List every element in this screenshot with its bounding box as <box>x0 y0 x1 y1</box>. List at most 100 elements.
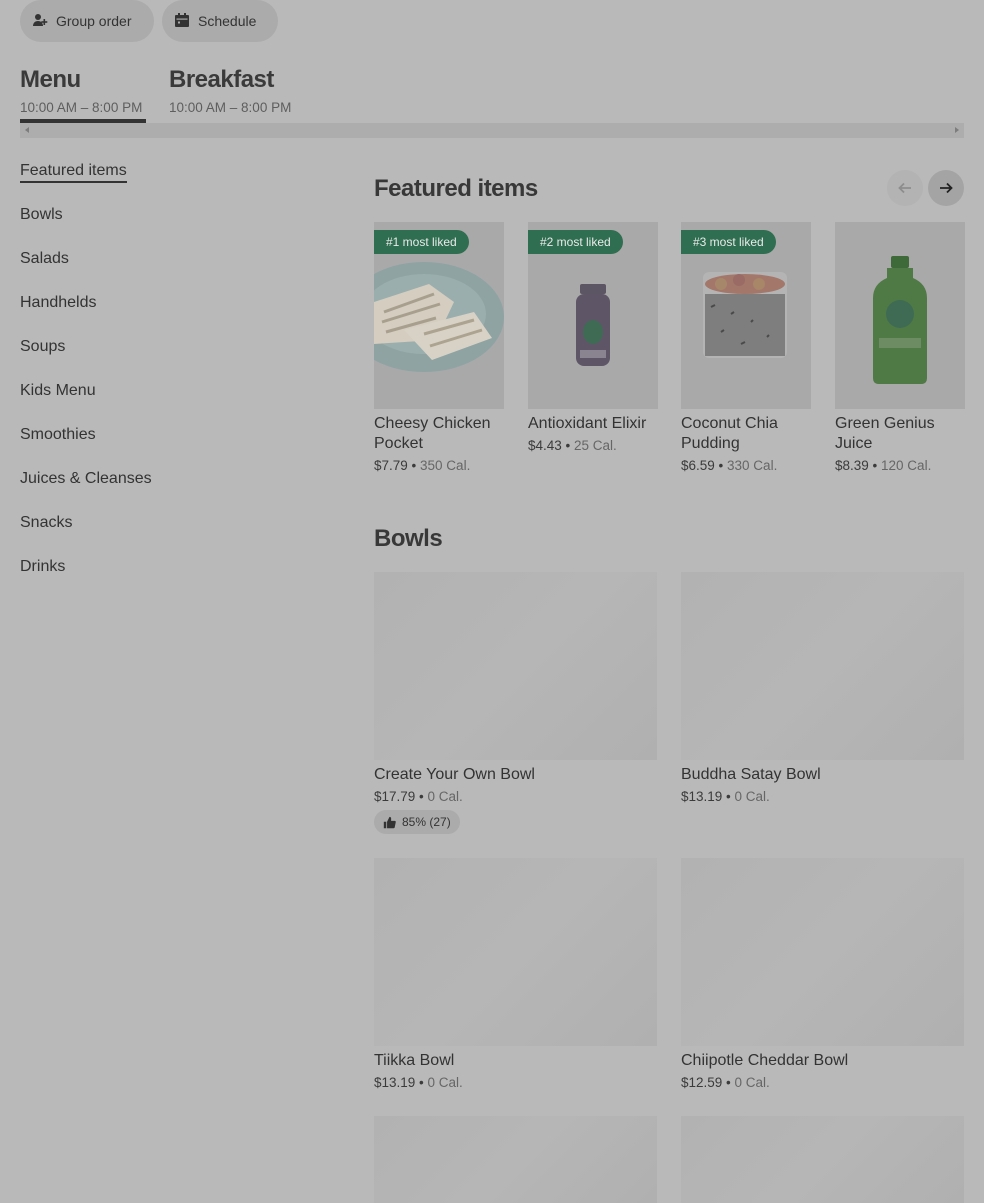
sidebar-item-label: Bowls <box>20 206 63 223</box>
item-calories: 25 Cal. <box>574 438 617 453</box>
breakfast-tab-title: Breakfast <box>169 66 274 93</box>
sidebar-item-label: Featured items <box>20 162 127 183</box>
separator: • <box>415 1075 428 1090</box>
item-calories: 330 Cal. <box>727 458 778 473</box>
most-liked-badge: #3 most liked <box>681 230 776 254</box>
rating-badge: 85% (27) <box>374 810 460 834</box>
sidebar-item-salads[interactable]: Salads <box>20 248 320 292</box>
group-order-button[interactable]: Group order <box>20 0 154 42</box>
sidebar-item-label: Soups <box>20 338 66 355</box>
item-image: #1 most liked <box>374 222 504 409</box>
separator: • <box>415 789 428 804</box>
calendar-icon <box>174 12 190 31</box>
scroll-left-arrow-icon[interactable] <box>25 127 29 133</box>
item-image: #3 most liked <box>681 222 811 409</box>
horizontal-scrollbar[interactable] <box>20 123 964 138</box>
item-calories: 350 Cal. <box>420 458 471 473</box>
sidebar-item-label: Handhelds <box>20 294 97 311</box>
item-name: Tiikka Bowl <box>374 1052 455 1069</box>
item-price: $17.79 <box>374 789 416 804</box>
item-price: $7.79 <box>374 458 408 473</box>
tab-breakfast[interactable]: Breakfast 10:00 AM – 8:00 PM <box>169 66 291 115</box>
item-meta: $13.19 • 0 Cal. <box>681 789 964 804</box>
carousel-prev-button[interactable] <box>887 170 923 206</box>
tab-menu[interactable]: Menu 10:00 AM – 8:00 PM <box>20 66 146 123</box>
item-image: #2 most liked <box>528 222 658 409</box>
rating-text: 85% (27) <box>402 815 451 829</box>
featured-item-card[interactable]: #3 most liked Coconut Chia Pudding $6.59… <box>681 222 811 473</box>
item-meta: $13.19 • 0 Cal. <box>374 1075 657 1090</box>
featured-item-card[interactable]: #1 most liked Cheesy Chicken Pocket $7.7… <box>374 222 504 473</box>
separator: • <box>407 458 421 473</box>
item-calories: 0 Cal. <box>734 789 770 804</box>
featured-item-card[interactable]: Green Genius Juice $8.39 • 120 Cal. <box>835 222 965 473</box>
sidebar-item-bowls[interactable]: Bowls <box>20 204 320 248</box>
separator: • <box>722 789 735 804</box>
menu-item-card[interactable]: Chiipotle Cheddar Bowl $12.59 • 0 Cal. <box>681 858 964 1090</box>
sidebar-item-snacks[interactable]: Snacks <box>20 512 320 556</box>
item-price: $6.59 <box>681 458 715 473</box>
sidebar-item-handhelds[interactable]: Handhelds <box>20 292 320 336</box>
sidebar-item-featured-items[interactable]: Featured items <box>20 160 320 204</box>
most-liked-badge: #2 most liked <box>528 230 623 254</box>
item-image <box>681 572 964 760</box>
item-price: $13.19 <box>681 789 723 804</box>
item-name: Buddha Satay Bowl <box>681 766 821 783</box>
sidebar-item-label: Snacks <box>20 514 73 531</box>
separator: • <box>561 438 575 453</box>
item-meta: $4.43 • 25 Cal. <box>528 438 658 453</box>
item-meta: $6.59 • 330 Cal. <box>681 458 811 473</box>
item-image <box>374 858 657 1046</box>
featured-items-heading: Featured items <box>374 175 538 202</box>
item-price: $13.19 <box>374 1075 416 1090</box>
item-meta: $7.79 • 350 Cal. <box>374 458 504 473</box>
item-meta: $12.59 • 0 Cal. <box>681 1075 964 1090</box>
item-name: Chiipotle Cheddar Bowl <box>681 1052 849 1069</box>
menu-item-card[interactable]: Buddha Satay Bowl $13.19 • 0 Cal. <box>681 572 964 804</box>
item-meta: $17.79 • 0 Cal. <box>374 789 657 804</box>
item-image <box>681 1116 964 1203</box>
sidebar-item-label: Salads <box>20 250 69 267</box>
item-image <box>835 222 965 409</box>
most-liked-badge: #1 most liked <box>374 230 469 254</box>
item-name: Coconut Chia Pudding <box>681 415 778 452</box>
sidebar-item-label: Smoothies <box>20 426 96 443</box>
thumbs-up-icon <box>383 816 396 828</box>
separator: • <box>714 458 728 473</box>
sidebar-item-label: Juices & Cleanses <box>20 470 152 487</box>
sidebar-item-juices-cleanses[interactable]: Juices & Cleanses <box>20 468 320 512</box>
carousel-next-button[interactable] <box>928 170 964 206</box>
sidebar-item-soups[interactable]: Soups <box>20 336 320 380</box>
sidebar-item-label: Drinks <box>20 558 66 575</box>
menu-item-card[interactable]: Tiikka Bowl $13.19 • 0 Cal. <box>374 858 657 1090</box>
arrow-left-icon <box>898 182 911 194</box>
item-image <box>681 858 964 1046</box>
separator: • <box>868 458 882 473</box>
breakfast-tab-hours: 10:00 AM – 8:00 PM <box>169 100 292 115</box>
menu-item-card[interactable] <box>681 1116 964 1203</box>
item-calories: 0 Cal. <box>427 789 463 804</box>
arrow-right-icon <box>940 182 953 194</box>
item-calories: 0 Cal. <box>734 1075 770 1090</box>
menu-tab-title: Menu <box>20 66 81 93</box>
menu-item-card[interactable]: Create Your Own Bowl $17.79 • 0 Cal. 85%… <box>374 572 657 834</box>
item-meta: $8.39 • 120 Cal. <box>835 458 965 473</box>
bowls-heading: Bowls <box>374 525 443 552</box>
menu-item-card[interactable] <box>374 1116 657 1203</box>
menu-tab-hours: 10:00 AM – 8:00 PM <box>20 100 143 115</box>
scroll-right-arrow-icon[interactable] <box>955 127 959 133</box>
item-name: Antioxidant Elixir <box>528 415 647 432</box>
item-price: $12.59 <box>681 1075 723 1090</box>
featured-item-card[interactable]: #2 most liked Antioxidant Elixir $4.43 •… <box>528 222 658 453</box>
item-image <box>374 572 657 760</box>
sidebar-item-smoothies[interactable]: Smoothies <box>20 424 320 468</box>
sidebar-item-kids-menu[interactable]: Kids Menu <box>20 380 320 424</box>
item-name: Create Your Own Bowl <box>374 766 535 783</box>
sidebar-item-drinks[interactable]: Drinks <box>20 556 320 600</box>
item-price: $4.43 <box>528 438 562 453</box>
item-image <box>374 1116 657 1203</box>
category-sidebar: Featured items Bowls Salads Handhelds So… <box>20 160 320 600</box>
item-price: $8.39 <box>835 458 869 473</box>
schedule-button[interactable]: Schedule <box>162 0 278 42</box>
separator: • <box>722 1075 735 1090</box>
